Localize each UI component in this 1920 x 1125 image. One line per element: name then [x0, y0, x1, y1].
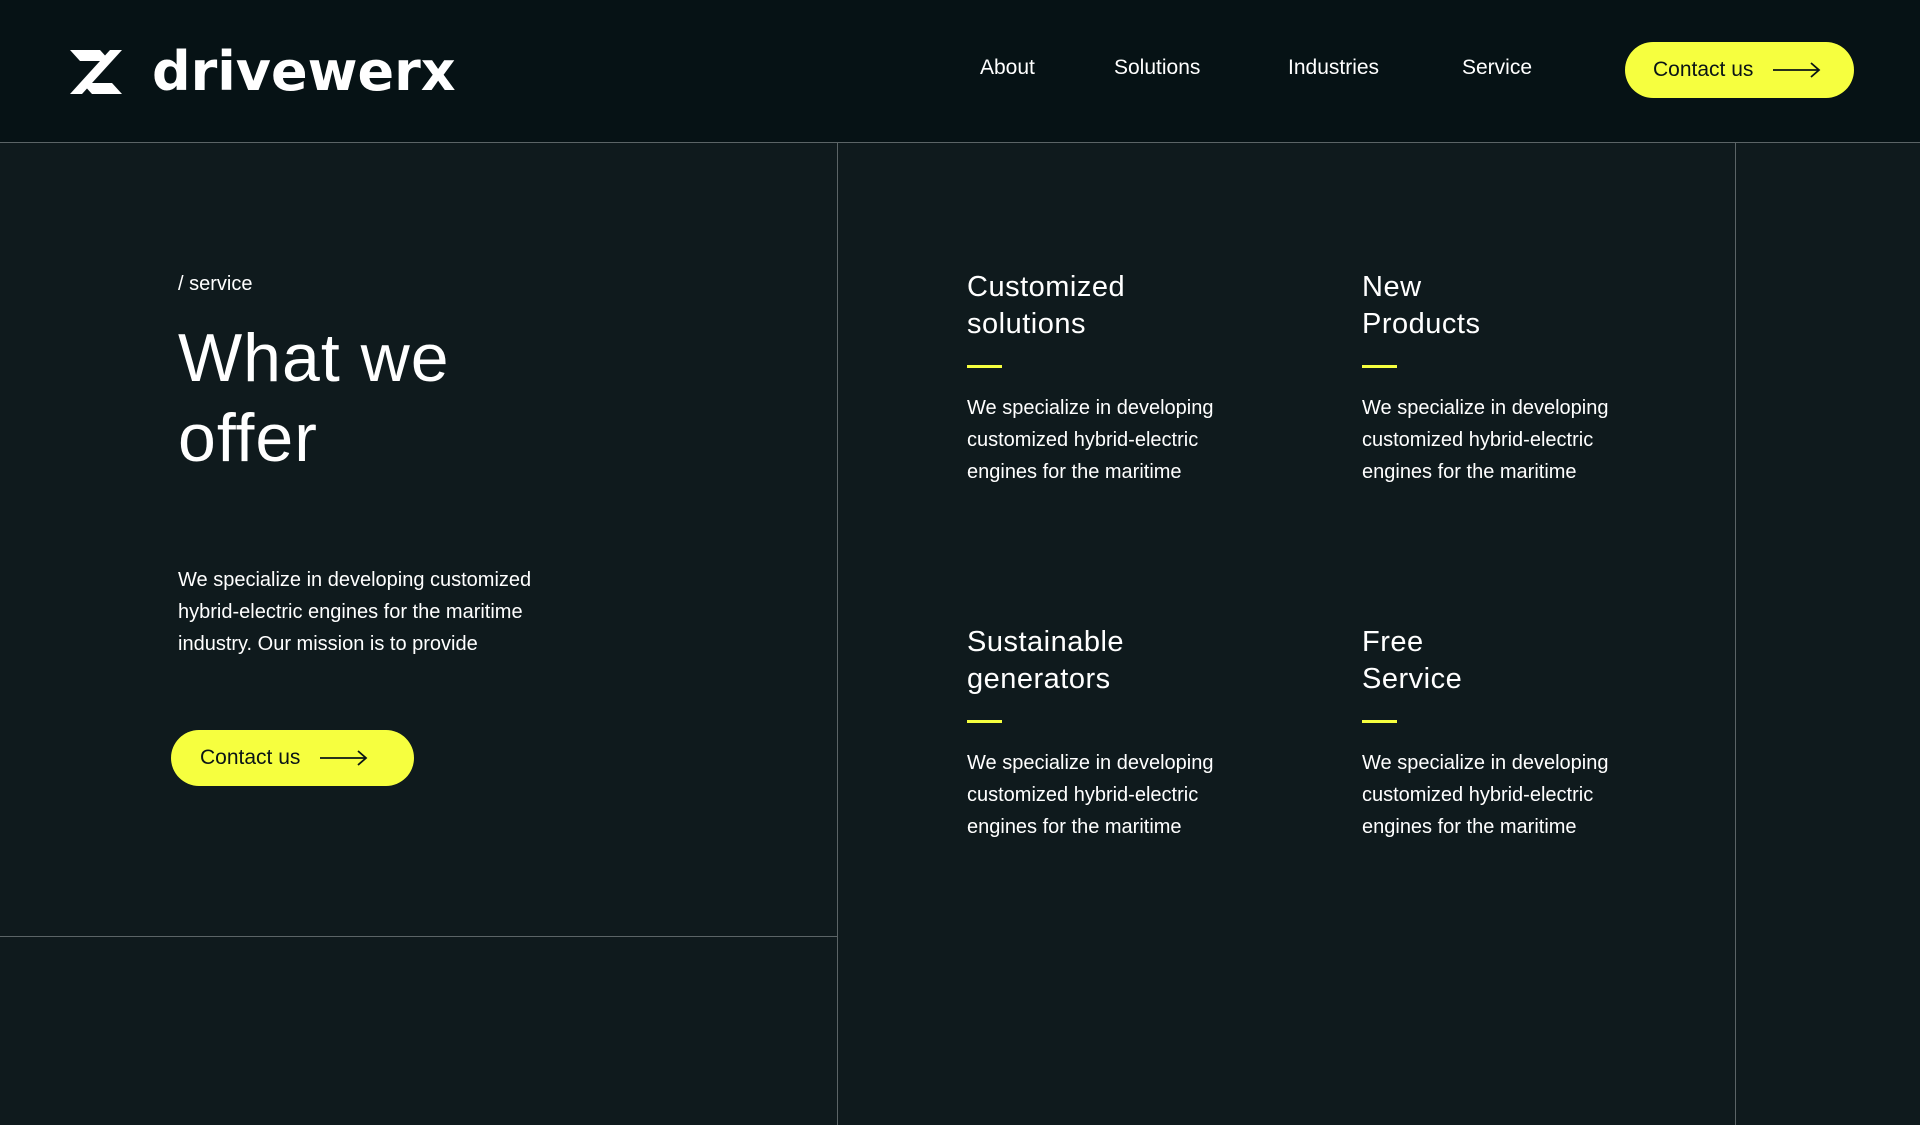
- header-contact-button[interactable]: Contact us: [1625, 42, 1854, 98]
- brand-name: drivewerx: [152, 40, 456, 103]
- service-card-text-line: We specialize in developing: [967, 752, 1214, 774]
- service-card-description: We specialize in developing customized h…: [967, 747, 1267, 843]
- service-card-title: Customized solutions: [967, 269, 1267, 343]
- service-card-title: Sustainable generators: [967, 624, 1267, 698]
- service-card-sustainable-generators: Sustainable generators We specialize in …: [967, 624, 1267, 843]
- grid-divider-vertical: [837, 143, 838, 1125]
- hero-description-line: hybrid-electric engines for the maritime: [178, 601, 523, 623]
- hero-description: We specialize in developing customized h…: [178, 564, 598, 660]
- service-card-text-line: We specialize in developing: [967, 397, 1214, 419]
- service-card-customized-solutions: Customized solutions We specialize in de…: [967, 269, 1267, 488]
- service-card-title-line: Sustainable: [967, 626, 1125, 658]
- hero-description-line: industry. Our mission is to provide: [178, 633, 478, 655]
- hero-title: What we offer: [178, 318, 598, 478]
- service-card-description: We specialize in developing customized h…: [1362, 392, 1662, 488]
- service-card-title-line: solutions: [967, 308, 1086, 340]
- accent-underline: [967, 365, 1002, 368]
- service-card-text-line: customized hybrid-electric: [967, 429, 1199, 451]
- service-card-title-line: Customized: [967, 271, 1126, 303]
- hero-title-line: offer: [178, 400, 318, 476]
- service-card-title: New Products: [1362, 269, 1662, 343]
- hero-title-line: What we: [178, 320, 450, 396]
- hero-contact-button[interactable]: Contact us: [171, 730, 414, 786]
- nav-link-industries[interactable]: Industries: [1288, 54, 1379, 82]
- arrow-right-icon: [320, 750, 368, 766]
- nav-link-service[interactable]: Service: [1462, 54, 1532, 82]
- site-header: drivewerx About Solutions Industries Ser…: [0, 0, 1920, 143]
- service-card-text-line: customized hybrid-electric: [1362, 429, 1594, 451]
- service-card-title-line: generators: [967, 663, 1111, 695]
- service-card-text-line: engines for the maritime: [1362, 461, 1577, 483]
- service-card-description: We specialize in developing customized h…: [967, 392, 1267, 488]
- drivewerx-logo-icon: [70, 50, 122, 94]
- service-card-text-line: customized hybrid-electric: [967, 784, 1199, 806]
- service-card-text-line: engines for the maritime: [967, 816, 1182, 838]
- service-card-title-line: Free: [1362, 626, 1424, 658]
- grid-divider-vertical: [1735, 143, 1736, 1125]
- service-card-new-products: New Products We specialize in developing…: [1362, 269, 1662, 488]
- service-card-title-line: Products: [1362, 308, 1481, 340]
- service-card-title: Free Service: [1362, 624, 1662, 698]
- header-contact-label: Contact us: [1653, 58, 1754, 81]
- accent-underline: [1362, 720, 1397, 723]
- nav-link-about[interactable]: About: [980, 54, 1035, 82]
- service-card-text-line: We specialize in developing: [1362, 752, 1609, 774]
- service-card-free-service: Free Service We specialize in developing…: [1362, 624, 1662, 843]
- section-eyebrow: / service: [178, 273, 253, 295]
- service-card-title-line: Service: [1362, 663, 1463, 695]
- service-card-title-line: New: [1362, 271, 1422, 303]
- grid-divider-horizontal: [0, 936, 837, 937]
- service-card-text-line: We specialize in developing: [1362, 397, 1609, 419]
- nav-link-solutions[interactable]: Solutions: [1114, 54, 1200, 82]
- service-card-description: We specialize in developing customized h…: [1362, 747, 1662, 843]
- accent-underline: [967, 720, 1002, 723]
- hero-description-line: We specialize in developing customized: [178, 569, 532, 591]
- service-card-text-line: engines for the maritime: [1362, 816, 1577, 838]
- service-card-text-line: customized hybrid-electric: [1362, 784, 1594, 806]
- hero-contact-label: Contact us: [200, 746, 301, 769]
- service-card-text-line: engines for the maritime: [967, 461, 1182, 483]
- accent-underline: [1362, 365, 1397, 368]
- brand-logo[interactable]: drivewerx: [70, 44, 456, 100]
- arrow-right-icon: [1773, 62, 1821, 78]
